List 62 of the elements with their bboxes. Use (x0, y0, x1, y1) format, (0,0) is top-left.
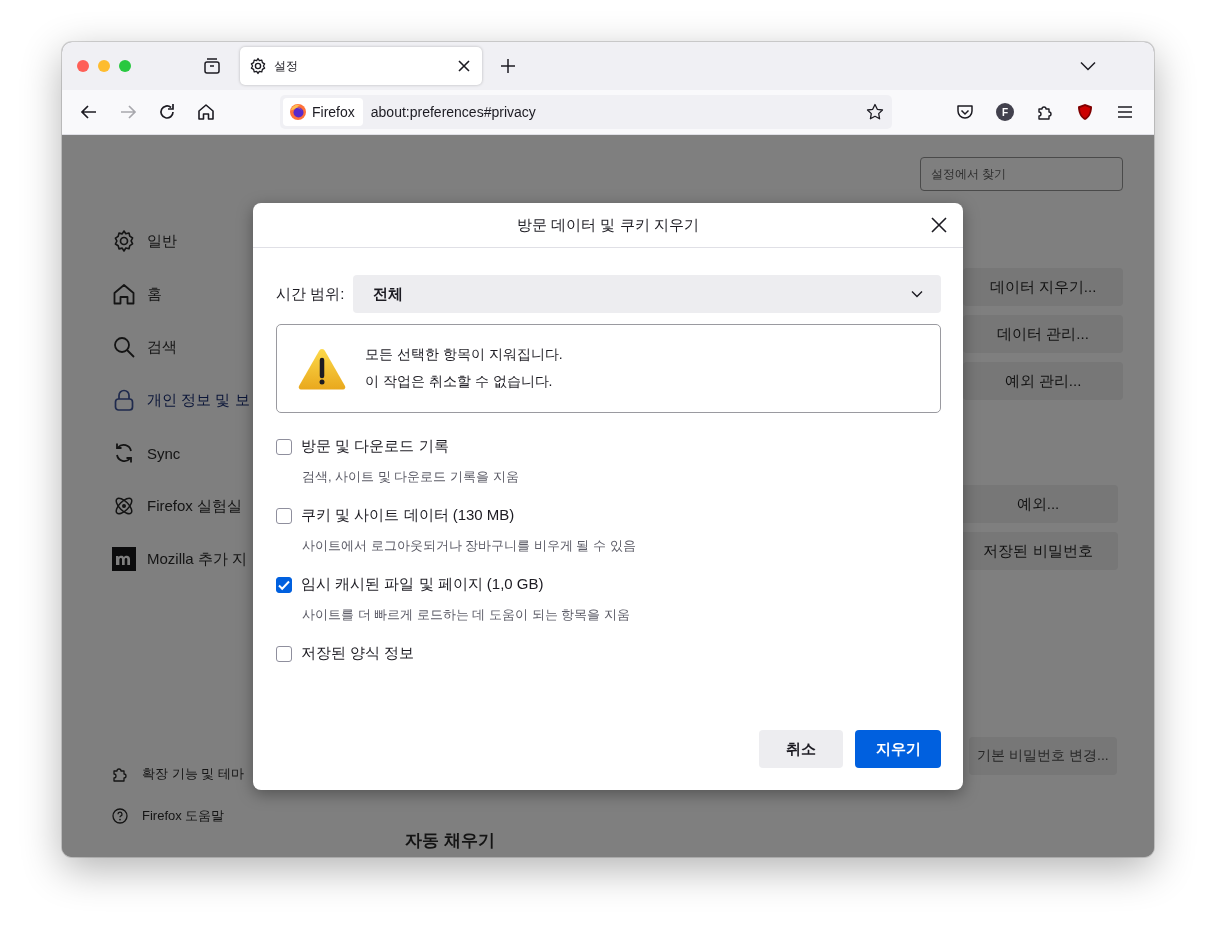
url-text: about:preferences#privacy (370, 104, 537, 120)
window-control-icon[interactable] (77, 60, 89, 72)
puzzle-piece-icon[interactable] (1036, 103, 1054, 121)
settings-button[interactable]: 데이터 관리... (963, 315, 1123, 353)
sidebar-item[interactable]: Firefox 실험실 (112, 490, 253, 522)
option-description: 검색, 사이트 및 다운로드 기록을 지움 (302, 468, 520, 486)
sidebar-item[interactable]: 일반 (112, 225, 253, 257)
sidebar-link[interactable]: Firefox 도움말 (112, 805, 253, 827)
reload-icon[interactable] (157, 102, 177, 122)
gear-icon (112, 229, 136, 253)
pocket-icon[interactable] (956, 103, 974, 121)
checkbox[interactable] (276, 576, 292, 593)
plus-icon[interactable] (500, 58, 516, 74)
sidebar-item[interactable]: 검색 (112, 331, 253, 363)
warning-text: 이 작업은 취소할 수 없습니다. (365, 373, 554, 391)
account-avatar[interactable]: F (996, 103, 1014, 121)
star-icon[interactable] (866, 103, 884, 121)
menu-icon[interactable] (1116, 103, 1134, 121)
sidebar-item[interactable]: Mozilla 추가 지 (112, 543, 253, 575)
dialog-title: 방문 데이터 및 쿠키 지우기 (517, 215, 699, 235)
gear-icon (249, 57, 267, 75)
sidebar-item[interactable]: 개인 정보 및 보 (112, 384, 253, 416)
shield-icon[interactable] (1076, 103, 1094, 121)
address-bar[interactable]: Firefox about:preferences#privacy (280, 95, 892, 129)
checkbox-label: 방문 및 다운로드 기록 (301, 437, 449, 456)
search-field[interactable]: 설정에서 찾기 (920, 157, 1123, 191)
settings-button[interactable]: 데이터 지우기... (963, 268, 1123, 306)
tab-title: 설정 (274, 57, 299, 75)
puzzle-piece-icon (112, 766, 128, 782)
warning-icon (297, 346, 347, 391)
help-icon (112, 808, 128, 824)
time-range-dropdown[interactable]: 전체 (353, 275, 941, 313)
checkbox-label: 임시 캐시된 파일 및 페이지 (1,0 GB) (301, 575, 544, 594)
warning-text: 모든 선택한 항목이 지워집니다. (365, 346, 563, 364)
checkbox[interactable] (276, 507, 292, 524)
sidebar-item[interactable]: Sync (112, 437, 253, 469)
sidebar-item[interactable]: 홈 (112, 278, 253, 310)
cancel-button[interactable]: 취소 (759, 730, 843, 768)
chevron-down-icon[interactable] (1080, 61, 1096, 71)
settings-button[interactable]: 예외 관리... (963, 362, 1123, 400)
close-icon[interactable] (931, 217, 947, 233)
close-icon[interactable] (458, 60, 470, 72)
lock-icon (112, 388, 136, 412)
field-label: 시간 범위: (276, 284, 345, 304)
identity-button[interactable]: Firefox (283, 98, 363, 126)
checkbox[interactable] (276, 438, 292, 455)
clear-button[interactable]: 지우기 (855, 730, 941, 768)
search-icon (112, 335, 136, 359)
option-description: 사이트를 더 빠르게 로드하는 데 도움이 되는 항목을 지움 (302, 606, 631, 624)
home-icon[interactable] (196, 102, 216, 122)
checkbox-label: 쿠키 및 사이트 데이터 (130 MB) (301, 506, 515, 525)
checkbox-label: 저장된 양식 정보 (301, 644, 415, 663)
firefox-logo-icon (289, 103, 307, 121)
checkbox[interactable] (276, 645, 292, 662)
tab-list-icon[interactable] (203, 57, 221, 75)
option-description: 사이트에서 로그아웃되거나 장바구니를 비우게 될 수 있음 (302, 537, 637, 555)
chevron-down-icon (911, 290, 923, 298)
home-icon (112, 282, 136, 306)
sidebar-link[interactable]: 확장 기능 및 테마 (112, 763, 253, 785)
browser-tab[interactable]: 설정 (240, 47, 482, 85)
m-logo-icon (112, 547, 136, 571)
section-heading: 자동 채우기 (405, 830, 495, 852)
